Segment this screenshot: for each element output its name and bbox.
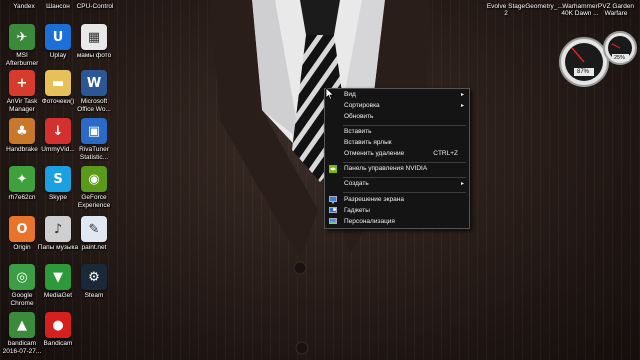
desktop-icon-label: GeForce Experience bbox=[77, 194, 111, 209]
menu-item-nvidia-panel[interactable]: Панель управления NVIDIA bbox=[325, 164, 469, 174]
menu-item-label: Создать bbox=[344, 180, 369, 187]
bandicam-icon: ● bbox=[45, 312, 71, 338]
desktop-icon-label: Microsoft Office Wo... bbox=[77, 98, 111, 113]
uplay-icon: U bbox=[45, 24, 71, 50]
desktop-context-menu: Вид ▸ Сортировка ▸ Обновить Вставить Вст… bbox=[324, 88, 470, 229]
personalize-icon bbox=[329, 218, 337, 224]
skype-icon: S bbox=[45, 166, 71, 192]
origin-icon: O bbox=[9, 216, 35, 242]
menu-separator bbox=[343, 192, 466, 193]
menu-item-gadgets[interactable]: Гаджеты bbox=[325, 206, 469, 216]
desktop-icon-warhammer-label[interactable]: Warhammer 40K Dawn ... bbox=[560, 3, 600, 17]
desktop-icon-label: Steam bbox=[84, 292, 104, 299]
photo-folder-icon: ▦ bbox=[81, 24, 107, 50]
menu-item-label: Гаджеты bbox=[344, 207, 370, 214]
desktop-icon[interactable]: ● Bandicam bbox=[36, 312, 80, 348]
menu-item-paste[interactable]: Вставить bbox=[325, 127, 469, 137]
steam-icon: ⚙ bbox=[81, 264, 107, 290]
display-icon bbox=[329, 196, 337, 204]
cpu-percent: 87% bbox=[577, 69, 590, 75]
menu-item-view[interactable]: Вид ▸ bbox=[325, 90, 469, 100]
menu-item-screen-resolution[interactable]: Разрешение экрана bbox=[325, 195, 469, 205]
menu-item-label: Персонализация bbox=[344, 218, 395, 225]
cpu-meter-gadget[interactable]: 87% 25% bbox=[558, 24, 640, 94]
menu-separator bbox=[343, 162, 466, 163]
ram-percent: 25% bbox=[614, 55, 626, 61]
music-folder-icon: ♪ bbox=[45, 216, 71, 242]
afterburner-icon: ✈ bbox=[9, 24, 35, 50]
menu-separator bbox=[343, 125, 466, 126]
menu-item-label: Разрешение экрана bbox=[344, 196, 404, 203]
desktop-icon[interactable]: ✎ paint.net bbox=[72, 216, 116, 252]
desktop-icon-label: Bandicam bbox=[43, 340, 73, 347]
word-icon: W bbox=[81, 70, 107, 96]
menu-item-label: Вид bbox=[344, 91, 356, 98]
desktop-icon[interactable]: ▣ RivaTuner Statistic... bbox=[72, 118, 116, 162]
menu-item-label: Вставить bbox=[344, 128, 372, 135]
anvir-icon: + bbox=[9, 70, 35, 96]
desktop-icon-geometry-label[interactable]: Geometry_... bbox=[524, 3, 564, 10]
desktop-icon[interactable]: ▦ мамы фото bbox=[72, 24, 116, 60]
handbrake-icon: ♣ bbox=[9, 118, 35, 144]
desktop-icon-label: paint.net bbox=[81, 244, 107, 251]
mediaget-icon: ▼ bbox=[45, 264, 71, 290]
rivatuner-icon: ▣ bbox=[81, 118, 107, 144]
submenu-arrow-icon: ▸ bbox=[460, 92, 464, 98]
menu-item-label: Панель управления NVIDIA bbox=[344, 165, 428, 172]
menu-item-refresh[interactable]: Обновить bbox=[325, 112, 469, 122]
menu-item-shortcut: CTRL+Z bbox=[433, 150, 458, 157]
menu-item-label: Отменить удаление bbox=[344, 150, 405, 157]
chrome-icon: ◎ bbox=[9, 264, 35, 290]
desktop-icon[interactable]: ⚙ Steam bbox=[72, 264, 116, 300]
menu-item-create[interactable]: Создать ▸ bbox=[325, 179, 469, 189]
menu-item-label: Обновить bbox=[344, 113, 374, 120]
menu-item-paste-shortcut[interactable]: Вставить ярлык bbox=[325, 138, 469, 148]
folder-icon: ▬ bbox=[45, 70, 71, 96]
gadgets-icon bbox=[329, 207, 337, 213]
desktop-icon[interactable]: ◉ GeForce Experience bbox=[72, 166, 116, 210]
submenu-arrow-icon: ▸ bbox=[460, 181, 464, 187]
submenu-arrow-icon: ▸ bbox=[460, 103, 464, 109]
desktop-icon-evolve-label[interactable]: Evolve Stage 2 bbox=[486, 3, 526, 17]
menu-separator bbox=[343, 177, 466, 178]
ummy-icon: ↓ bbox=[45, 118, 71, 144]
desktop-icon-label: RivaTuner Statistic... bbox=[79, 146, 109, 161]
desktop-icon[interactable]: W Microsoft Office Wo... bbox=[72, 70, 116, 114]
desktop-icon-label: мамы фото bbox=[76, 52, 112, 59]
menu-item-undo-delete[interactable]: Отменить удаление CTRL+Z bbox=[325, 149, 469, 159]
desktop-icon-pvz-label[interactable]: PVZ Garden Warfare bbox=[596, 3, 636, 17]
bandicam-video-icon: ▲ bbox=[9, 312, 35, 338]
menu-item-label: Сортировка bbox=[344, 102, 380, 109]
game-icon: ✦ bbox=[9, 166, 35, 192]
mouse-cursor-icon bbox=[326, 88, 334, 100]
menu-item-personalization[interactable]: Персонализация bbox=[325, 217, 469, 227]
menu-item-label: Вставить ярлык bbox=[344, 139, 392, 146]
paintnet-icon: ✎ bbox=[81, 216, 107, 242]
menu-item-sort[interactable]: Сортировка ▸ bbox=[325, 101, 469, 111]
desktop-icon-cpu-control-label[interactable]: CPU-Control bbox=[70, 3, 120, 10]
nvidia-icon bbox=[329, 165, 337, 173]
geforce-icon: ◉ bbox=[81, 166, 107, 192]
